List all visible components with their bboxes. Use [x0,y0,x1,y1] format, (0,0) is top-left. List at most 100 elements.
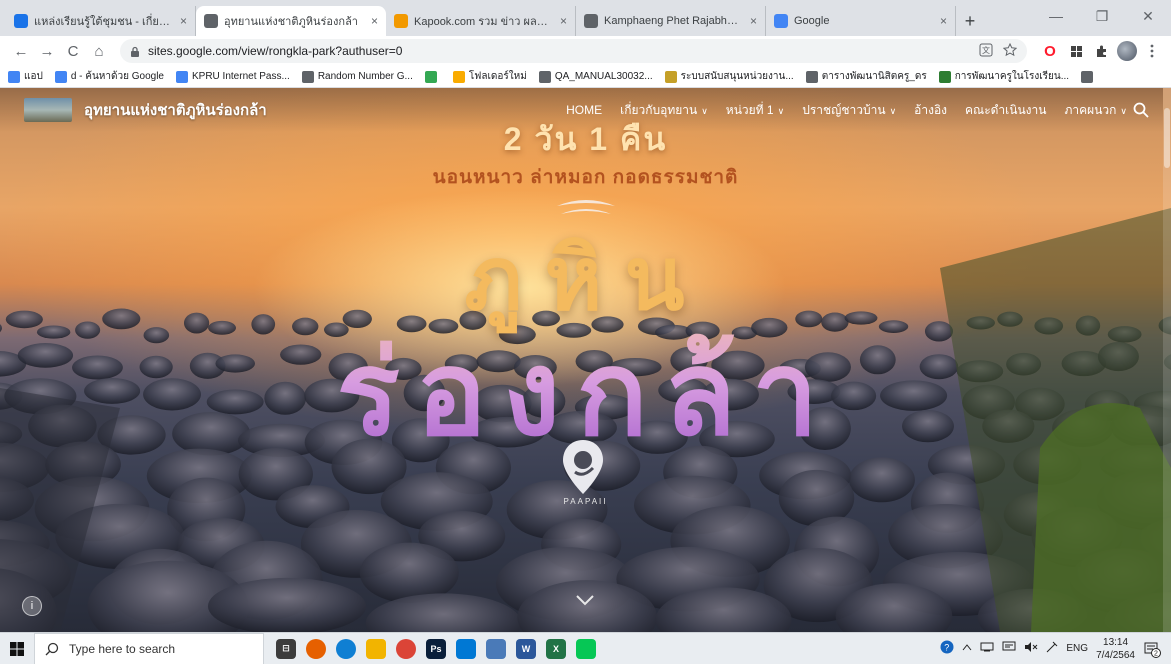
bookmark-item[interactable]: โฟลเดอร์ใหม่ [452,69,527,84]
extensions-puzzle-icon[interactable] [1091,40,1113,62]
network-icon[interactable] [980,642,994,655]
browser-tab[interactable]: แหล่งเรียนรู้ใต้ชุมชน - เกี่ยวกับโครงการ… [6,6,196,36]
help-icon[interactable]: ? [940,640,954,657]
bookmark-label: KPRU Internet Pass... [192,71,290,82]
taskbar-app-mail-icon[interactable] [456,638,476,659]
lock-icon [130,46,140,57]
opera-extension-icon[interactable]: O [1039,40,1061,62]
input-language[interactable]: ENG [1066,643,1088,654]
bookmark-label: Random Number G... [317,71,413,82]
reload-button[interactable]: C [60,38,86,64]
bookmark-item[interactable]: ระบบสนับสนุนหน่วยงาน... [664,69,794,84]
tab-favicon-icon [204,14,218,28]
tab-close-icon[interactable]: × [940,14,947,28]
bookmark-item[interactable] [1081,70,1097,83]
tab-title: อุทยานแห่งชาติภูหินร่องกล้า [224,16,358,28]
page-scrollbar[interactable] [1163,88,1171,632]
system-tray: ? ENG 13:14 7/4/2564 2 [940,636,1171,662]
bookmark-item[interactable]: d - ค้นหาด้วย Google [54,69,164,84]
url-text: sites.google.com/view/rongkla-park?authu… [148,44,403,58]
address-bar[interactable]: sites.google.com/view/rongkla-park?authu… [120,39,1027,63]
taskbar-app-chrome-icon[interactable] [396,638,416,659]
taskbar-clock[interactable]: 13:14 7/4/2564 [1096,636,1135,662]
bookmark-favicon-icon [424,70,437,83]
notification-center-icon[interactable]: 2 [1143,640,1161,658]
taskbar-app-line-icon[interactable] [576,638,596,659]
bookmarks-bar: แอป d - ค้นหาด้วย Google KPRU Internet Pas… [0,66,1171,88]
taskbar-app-app-icon[interactable] [486,638,506,659]
back-button[interactable]: ← [8,38,34,64]
scroll-down-chevron-icon[interactable] [575,593,595,607]
window-controls: — ❐ ✕ [1033,0,1171,32]
tray-expand-chevron-icon[interactable] [962,643,972,654]
site-page: อุทยานแห่งชาติภูหินร่องกล้า HOME เกี่ยวกั… [0,88,1171,632]
taskbar-apps: ⊟ Ps W X [276,638,596,659]
start-button[interactable] [0,633,34,664]
rock-shape [207,577,367,632]
taskbar-app-photoshop-icon[interactable]: Ps [426,638,446,659]
taskbar-app-task-view-icon[interactable]: ⊟ [276,638,296,659]
grid-extension-icon[interactable] [1065,40,1087,62]
pen-icon[interactable] [1046,641,1058,656]
bookmark-favicon-icon [301,70,314,83]
tab-close-icon[interactable]: × [750,14,757,28]
browser-tab[interactable]: Kamphaeng Phet Rajabhat Unive × [576,6,766,36]
browser-tab[interactable]: Google × [766,6,956,36]
tab-close-icon[interactable]: × [371,14,378,28]
bookmark-item[interactable]: ตารางพัฒนานิสิตครู_ดร [805,69,927,84]
browser-tab[interactable]: Kapook.com รวม ข่าว ผลบอล ดารา × [386,6,576,36]
bookmark-label: ระบบสนับสนุนหน่วยงาน... [680,71,794,82]
volume-muted-icon[interactable] [1024,641,1038,656]
taskbar-app-files-icon[interactable] [366,638,386,659]
new-tab-button[interactable]: + [956,6,984,36]
browser-menu-icon[interactable] [1141,40,1163,62]
bookmark-item[interactable]: Random Number G... [301,70,413,83]
close-window-button[interactable]: ✕ [1125,0,1171,32]
tab-title: แหล่งเรียนรู้ใต้ชุมชน - เกี่ยวกับโครงการ [34,16,174,28]
maximize-button[interactable]: ❐ [1079,0,1125,32]
display-icon[interactable] [1002,641,1016,656]
taskbar-app-word-icon[interactable]: W [516,638,536,659]
tab-title: Google [794,15,830,27]
scrollbar-thumb[interactable] [1164,108,1170,168]
taskbar-search-box[interactable]: Type here to search [34,632,264,664]
bookmark-favicon-icon [805,70,818,83]
bookmark-favicon-icon [1081,70,1094,83]
tab-close-icon[interactable]: × [180,14,187,28]
taskbar-app-excel-icon[interactable]: X [546,638,566,659]
bookmark-star-icon[interactable] [1002,42,1018,60]
bookmark-item[interactable]: แอป [8,69,43,84]
tab-favicon-icon [394,14,408,28]
browser-tab[interactable]: อุทยานแห่งชาติภูหินร่องกล้า × [196,6,386,36]
home-button[interactable]: ⌂ [86,38,112,64]
info-icon[interactable]: i [22,596,42,616]
svg-text:文: 文 [982,45,990,55]
tab-close-icon[interactable]: × [560,14,567,28]
bookmark-label: การพัฒนาครูในโรงเรียน... [954,71,1070,82]
hero-subtitle-duration: 2 วัน 1 คืน [503,121,668,157]
bookmark-item[interactable]: QA_MANUAL30032... [538,70,653,83]
clock-time: 13:14 [1103,636,1129,648]
location-pin-logo-icon [563,440,603,494]
tab-strip: แหล่งเรียนรู้ใต้ชุมชน - เกี่ยวกับโครงการ… [0,0,1171,36]
bookmark-item[interactable]: การพัฒนาครูในโรงเรียน... [938,69,1070,84]
bookmark-item[interactable]: KPRU Internet Pass... [176,70,290,83]
translate-icon[interactable]: 文 [979,43,993,60]
profile-avatar[interactable] [1117,41,1137,61]
bookmark-label: QA_MANUAL30032... [554,71,653,82]
forward-button[interactable]: → [34,38,60,64]
bookmark-favicon-icon [538,70,551,83]
tab-title: Kapook.com รวม ข่าว ผลบอล ดารา [414,16,554,28]
taskbar-app-edge-icon[interactable] [336,638,356,659]
taskbar-app-firefox-icon[interactable] [306,638,326,659]
bookmark-favicon-icon [938,70,951,83]
notification-count: 2 [1154,650,1158,657]
minimize-button[interactable]: — [1033,0,1079,32]
brand-wordmark: PAAPAII [563,497,608,506]
tab-favicon-icon [14,14,28,28]
bookmark-item[interactable] [424,70,441,83]
taskbar-search-placeholder: Type here to search [69,641,176,656]
bookmark-favicon-icon [664,70,677,83]
bookmark-label: แอป [24,71,43,82]
windows-logo-icon [10,641,24,656]
